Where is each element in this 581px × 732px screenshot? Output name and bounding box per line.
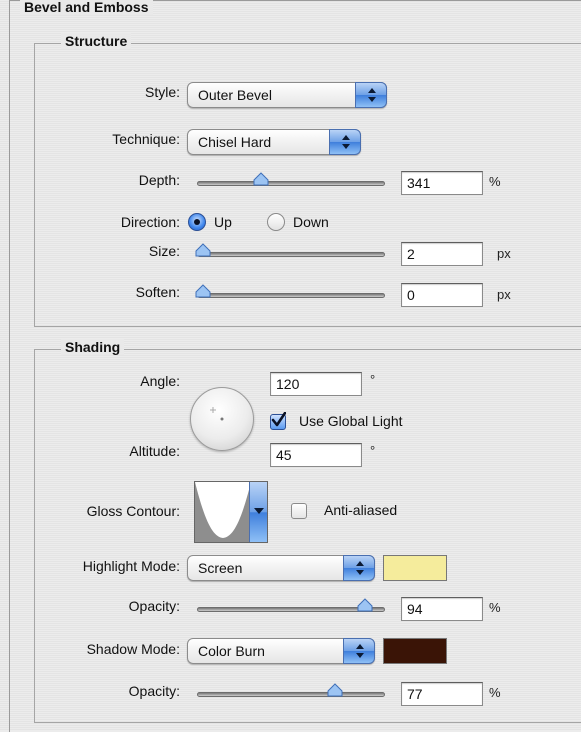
- size-input[interactable]: 2: [401, 242, 483, 266]
- highlight-mode-select[interactable]: Screen: [187, 555, 375, 581]
- depth-unit: %: [489, 174, 501, 189]
- soften-label: Soften:: [135, 284, 180, 300]
- highlight-opacity-label: Opacity:: [128, 598, 180, 614]
- size-label: Size:: [148, 243, 180, 259]
- chevron-down-icon: [249, 482, 267, 542]
- depth-label: Depth:: [138, 172, 180, 188]
- technique-select[interactable]: Chisel Hard: [187, 129, 361, 155]
- shadow-opacity-thumb[interactable]: [327, 683, 343, 697]
- soften-input[interactable]: 0: [401, 283, 483, 307]
- use-global-light-checkbox[interactable]: [270, 412, 286, 430]
- angle-label: Angle:: [140, 373, 180, 389]
- up-down-arrows-icon: [329, 129, 361, 155]
- soften-slider-thumb[interactable]: [195, 284, 211, 298]
- highlight-opacity-input[interactable]: 94: [401, 597, 483, 621]
- shadow-mode-value: Color Burn: [198, 643, 265, 659]
- shadow-opacity-track[interactable]: [197, 692, 385, 697]
- size-slider-track[interactable]: [197, 252, 385, 257]
- angle-unit: °: [370, 372, 376, 387]
- direction-up-label: Up: [214, 214, 232, 230]
- use-global-light-label: Use Global Light: [299, 413, 403, 429]
- style-select-value: Outer Bevel: [198, 87, 272, 103]
- shadow-color-swatch[interactable]: [383, 638, 447, 664]
- highlight-color-swatch[interactable]: [383, 555, 447, 581]
- direction-up-radio[interactable]: [188, 213, 206, 231]
- altitude-input[interactable]: 45: [270, 443, 362, 467]
- technique-select-value: Chisel Hard: [198, 134, 272, 150]
- depth-slider-thumb[interactable]: [253, 172, 269, 186]
- angle-input[interactable]: 120: [270, 372, 362, 396]
- shadow-opacity-unit: %: [489, 685, 501, 700]
- shadow-mode-select[interactable]: Color Burn: [187, 638, 375, 664]
- style-select[interactable]: Outer Bevel: [187, 82, 387, 108]
- anti-aliased-checkbox[interactable]: [291, 503, 307, 519]
- direction-down-radio[interactable]: [267, 213, 285, 231]
- shadow-opacity-input[interactable]: 77: [401, 682, 483, 706]
- contour-curve-icon: [195, 482, 251, 542]
- angle-dial-icon[interactable]: [190, 387, 254, 451]
- bevel-emboss-title: Bevel and Emboss: [20, 0, 153, 15]
- highlight-opacity-unit: %: [489, 600, 501, 615]
- depth-input[interactable]: 341: [401, 171, 483, 195]
- soften-unit: px: [497, 287, 511, 302]
- altitude-label: Altitude:: [129, 443, 180, 459]
- checkmark-icon: [271, 412, 286, 427]
- structure-title: Structure: [61, 33, 132, 49]
- up-down-arrows-icon: [343, 555, 375, 581]
- size-unit: px: [497, 246, 511, 261]
- style-label: Style:: [144, 84, 180, 100]
- gloss-contour-picker[interactable]: [194, 481, 268, 543]
- technique-label: Technique:: [112, 131, 180, 147]
- highlight-mode-value: Screen: [198, 560, 243, 576]
- direction-down-label: Down: [293, 214, 329, 230]
- shading-group: [34, 349, 581, 723]
- highlight-opacity-thumb[interactable]: [357, 598, 373, 612]
- up-down-arrows-icon: [355, 82, 387, 108]
- size-slider-thumb[interactable]: [195, 243, 211, 257]
- altitude-unit: °: [370, 443, 376, 458]
- anti-aliased-label: Anti-aliased: [324, 502, 398, 518]
- up-down-arrows-icon: [343, 638, 375, 664]
- shading-title: Shading: [61, 339, 125, 355]
- depth-slider-track[interactable]: [197, 181, 385, 186]
- shadow-mode-label: Shadow Mode:: [86, 641, 180, 657]
- highlight-mode-label: Highlight Mode:: [82, 558, 180, 574]
- soften-slider-track[interactable]: [197, 293, 385, 298]
- shadow-opacity-label: Opacity:: [128, 683, 180, 699]
- direction-label: Direction:: [120, 214, 180, 230]
- gloss-contour-label: Gloss Contour:: [86, 503, 180, 519]
